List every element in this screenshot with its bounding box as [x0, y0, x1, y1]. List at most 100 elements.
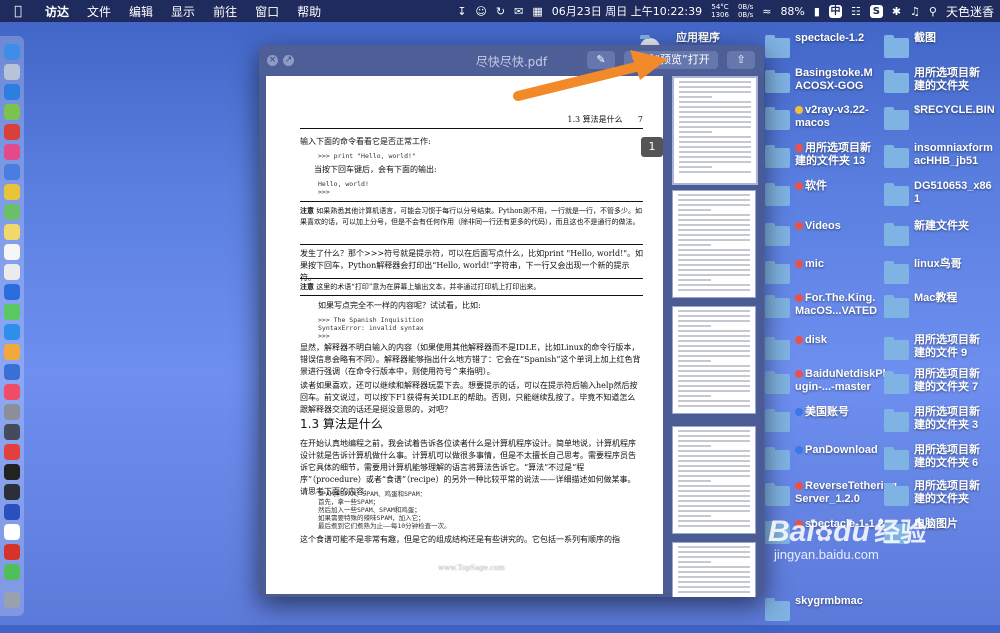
baidu-watermark: Bai✿du 经验 jingyan.baidu.com: [768, 515, 927, 562]
folder-icon: [884, 183, 909, 206]
page-thumbnail[interactable]: [672, 190, 756, 298]
dock: [0, 36, 24, 616]
music-icon[interactable]: [4, 384, 20, 400]
user-name[interactable]: 天色迷香: [946, 3, 994, 20]
recipe-line: SPAM拌SPAM、SPAM、鸡蛋和SPAM：: [318, 490, 427, 498]
battery-icon[interactable]: ▮: [814, 5, 820, 18]
paragraph: 如果写点完全不一样的内容呢？试试看，比如:: [318, 301, 481, 310]
thumbnail-sidebar[interactable]: [669, 76, 764, 597]
netease-music-icon[interactable]: [4, 544, 20, 560]
thumbnail-text-line: [678, 495, 750, 497]
thumbnail-text-line: [678, 325, 711, 327]
recipe-line: 最后煮到它们煮熟为止——每10分钟检查一次。: [318, 522, 451, 530]
wifi-icon[interactable]: ≈: [762, 5, 771, 18]
menu-item-finder[interactable]: 访达: [36, 3, 78, 20]
messages-icon[interactable]: [4, 304, 20, 320]
thumbnail-text-line: [678, 520, 750, 522]
mail-icon[interactable]: [4, 124, 20, 140]
thumbnail-text-line: [678, 551, 750, 553]
folder-icon: [884, 483, 909, 506]
notes-icon[interactable]: [4, 224, 20, 240]
note-rule: [300, 295, 643, 296]
compass-icon[interactable]: [4, 164, 20, 180]
thumbnail-text-line: [679, 116, 751, 118]
folder-icon: [765, 261, 790, 284]
desktop-item-label: mic: [795, 258, 824, 271]
safari-icon[interactable]: [4, 84, 20, 100]
page-indicator: 1: [641, 137, 663, 157]
android-icon[interactable]: [4, 104, 20, 120]
volume-icon[interactable]: ♫: [910, 5, 920, 18]
search-icon[interactable]: ⚲: [929, 5, 937, 18]
battery-percentage[interactable]: 88%: [780, 5, 804, 18]
system-preferences-icon[interactable]: [4, 404, 20, 420]
chrome-icon[interactable]: [4, 184, 20, 200]
page-thumbnail[interactable]: [672, 426, 756, 534]
folder-icon: [884, 223, 909, 246]
desktop-item-label: skygrmbmac: [795, 595, 863, 607]
desktop-item-label: 用所选项目新 建的文件夹: [914, 67, 980, 92]
trash-icon[interactable]: [4, 592, 20, 608]
menu-item-go[interactable]: 前往: [204, 3, 246, 20]
color-tag-icon: [795, 222, 803, 231]
input-method-icon[interactable]: 中: [828, 4, 842, 18]
open-with-preview-button[interactable]: 使用“预览”打开: [624, 51, 718, 69]
calendar-app-icon[interactable]: [4, 144, 20, 160]
clock[interactable]: 06月23日 周日 上午10:22:39: [552, 3, 702, 19]
menu-item-view[interactable]: 显示: [162, 3, 204, 20]
page-thumbnail[interactable]: [672, 76, 758, 185]
wechat-icon[interactable]: [4, 564, 20, 580]
sync-icon[interactable]: ↻: [496, 5, 505, 18]
thumbnail-text-line: [679, 111, 751, 113]
desktop-item-label: 用所选项目新 建的文件夹 13: [795, 142, 871, 167]
vivaldi-icon[interactable]: [4, 444, 20, 460]
markup-button[interactable]: ✎: [587, 51, 615, 69]
maps-icon[interactable]: [4, 204, 20, 220]
stats-icon[interactable]: [4, 364, 20, 380]
photos-icon[interactable]: [4, 344, 20, 360]
app-s-icon[interactable]: S: [869, 4, 883, 18]
date-icon[interactable]: [4, 244, 20, 260]
share-icon[interactable]: ⇧: [727, 51, 755, 69]
code-line: Hello, world!: [318, 180, 369, 188]
control-icon[interactable]: ☷: [851, 5, 861, 18]
desktop-item-label: 用所选项目新 建的文件夹 3: [914, 406, 980, 431]
menu-item-help[interactable]: 帮助: [288, 3, 330, 20]
thumbnail-text-line: [679, 86, 751, 88]
apple-icon[interactable]: : [0, 4, 36, 19]
thumbnail-text-line: [678, 405, 750, 407]
appstore-icon[interactable]: [4, 324, 20, 340]
finder-icon[interactable]: [4, 44, 20, 60]
menu-item-edit[interactable]: 编辑: [120, 3, 162, 20]
thumbnail-text-line: [678, 500, 750, 502]
yandex-icon[interactable]: [4, 524, 20, 540]
terminal-icon[interactable]: [4, 464, 20, 480]
thumbnail-text-line: [679, 96, 712, 98]
launcher-icon[interactable]: [4, 284, 20, 300]
thumbnail-text-line: [678, 194, 750, 196]
vpn-icon[interactable]: [4, 504, 20, 520]
folder-icon: [884, 70, 909, 93]
calendar-icon[interactable]: ▦: [532, 5, 542, 18]
pdf-page[interactable]: 1.3 算法是什么 7 输入下面的命令看看它是否正常工作: >>> print …: [266, 76, 663, 594]
folder-icon: [765, 598, 790, 621]
menu-item-file[interactable]: 文件: [78, 3, 120, 20]
ghost-icon[interactable]: ☺: [475, 5, 486, 18]
folder-icon: [884, 35, 909, 58]
notification-icon[interactable]: ✉: [514, 5, 523, 18]
note-rule: [300, 244, 643, 245]
bluetooth-icon[interactable]: ✱: [892, 5, 901, 18]
thumbnail-text-line: [678, 274, 750, 276]
thumbnail-text-line: [679, 106, 751, 108]
page-thumbnail[interactable]: [672, 306, 756, 414]
menu-item-window[interactable]: 窗口: [246, 3, 288, 20]
launchpad-icon[interactable]: [4, 64, 20, 80]
desktop-item-label: $RECYCLE.BIN: [914, 104, 995, 116]
docs-icon[interactable]: [4, 264, 20, 280]
page-thumbnail[interactable]: [672, 542, 756, 597]
download-icon[interactable]: ↧: [457, 5, 466, 18]
quicklook-window[interactable]: × ↗ 尽快尽快.pdf ✎ 使用“预览”打开 ⇧ 1.3 算法是什么 7 输入…: [259, 45, 764, 597]
monitor-icon[interactable]: [4, 484, 20, 500]
thumbnail-text-line: [679, 121, 751, 123]
app-icon[interactable]: [4, 424, 20, 440]
